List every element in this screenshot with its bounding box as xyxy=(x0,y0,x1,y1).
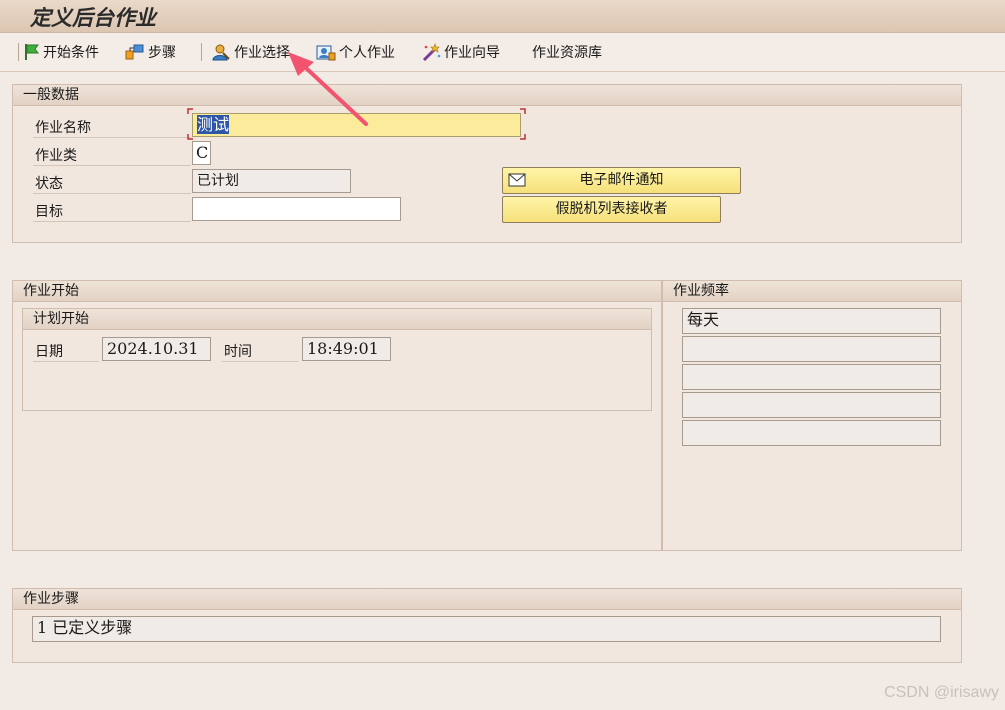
frequency-field xyxy=(682,420,941,446)
row-divider xyxy=(222,361,298,362)
time-field[interactable]: 18:49:01 xyxy=(302,337,391,361)
steps-button[interactable]: 步骤 xyxy=(125,42,176,62)
title-bar: 定义后台作业 xyxy=(0,0,1005,33)
frequency-field xyxy=(682,392,941,418)
planned-start-title: 计划开始 xyxy=(23,309,651,330)
frequency-field: 每天 xyxy=(682,308,941,334)
date-field[interactable]: 2024.10.31 xyxy=(102,337,211,361)
date-label: 日期 xyxy=(35,344,63,360)
watermark: CSDN @irisawy xyxy=(884,684,999,701)
job-class-label: 作业类 xyxy=(35,148,77,164)
job-selection-icon xyxy=(212,44,230,61)
annotation-arrow xyxy=(288,52,368,126)
frequency-field xyxy=(682,364,941,390)
job-repository-button[interactable]: 作业资源库 xyxy=(532,42,602,62)
row-divider xyxy=(33,137,191,138)
envelope-icon xyxy=(508,173,526,187)
steps-defined-field: 1 已定义步骤 xyxy=(32,616,941,642)
frequency-field xyxy=(682,336,941,362)
target-label: 目标 xyxy=(35,204,63,220)
start-condition-button[interactable]: 开始条件 xyxy=(24,42,99,62)
start-condition-label: 开始条件 xyxy=(43,45,99,61)
job-wizard-button[interactable]: 作业向导 xyxy=(421,42,500,62)
row-divider xyxy=(33,361,99,362)
job-wizard-label: 作业向导 xyxy=(444,45,500,61)
steps-icon xyxy=(125,44,144,60)
green-flag-icon xyxy=(25,44,39,60)
job-start-title: 作业开始 xyxy=(13,281,661,302)
spool-list-recipient-button[interactable]: 假脱机列表接收者 xyxy=(502,196,721,223)
toolbar-separator xyxy=(201,43,202,61)
row-divider xyxy=(33,193,191,194)
status-label: 状态 xyxy=(35,176,63,192)
toolbar-separator xyxy=(18,43,19,61)
job-name-label: 作业名称 xyxy=(35,120,91,136)
steps-label: 步骤 xyxy=(148,45,176,61)
page-title: 定义后台作业 xyxy=(30,6,156,30)
job-frequency-title: 作业频率 xyxy=(663,281,961,302)
row-divider xyxy=(33,221,191,222)
job-selection-button[interactable]: 作业选择 xyxy=(211,42,290,62)
email-notification-button[interactable]: 电子邮件通知 xyxy=(502,167,741,194)
job-class-input[interactable]: C xyxy=(192,141,211,165)
time-label: 时间 xyxy=(224,344,252,360)
job-repository-label: 作业资源库 xyxy=(532,45,602,61)
toolbar: 开始条件 步骤 作业选择 个人作业 作业向导 作业资源库 xyxy=(0,33,1005,72)
job-name-selected-text: 测试 xyxy=(197,115,230,134)
status-field: 已计划 xyxy=(192,169,351,193)
job-steps-title: 作业步骤 xyxy=(13,589,961,610)
wizard-wand-icon xyxy=(422,43,441,61)
row-divider xyxy=(33,165,191,166)
email-notification-label: 电子邮件通知 xyxy=(579,172,664,188)
target-input[interactable] xyxy=(192,197,401,221)
general-data-title: 一般数据 xyxy=(13,85,961,106)
